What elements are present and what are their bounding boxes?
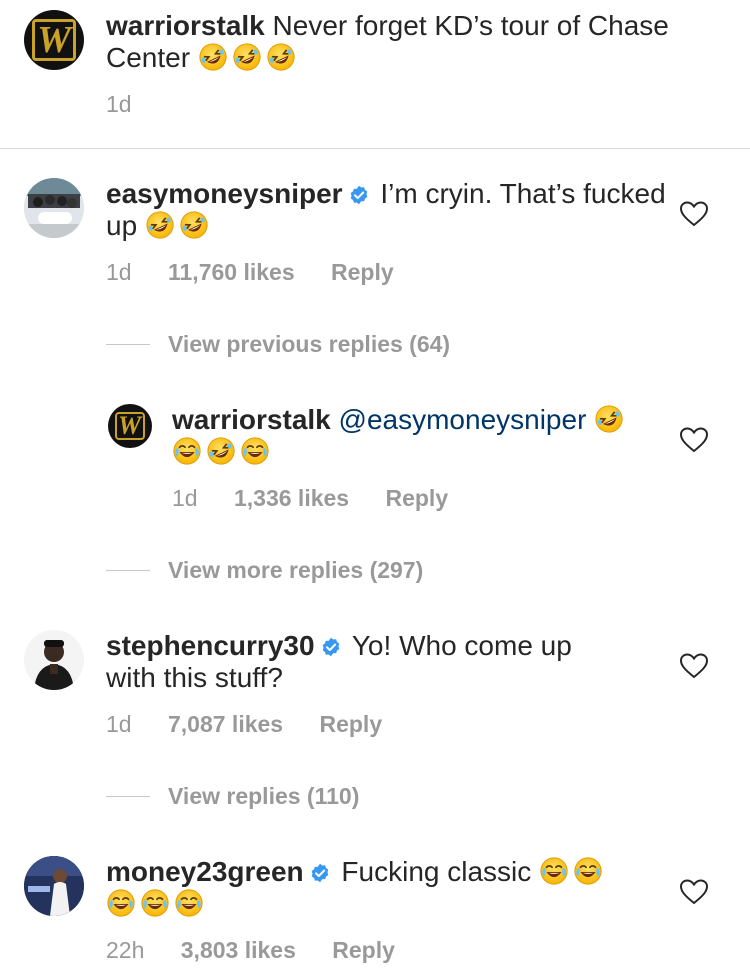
photo-avatar-icon bbox=[24, 178, 84, 238]
view-replies-row[interactable]: View replies (110) bbox=[106, 783, 359, 810]
comment-text: money23green Fucking classic bbox=[106, 856, 666, 920]
joy-emoji bbox=[106, 888, 136, 918]
joy-emoji bbox=[174, 888, 204, 918]
rofl-emoji bbox=[206, 436, 236, 466]
rofl-emoji bbox=[266, 42, 296, 72]
comment-text: stephencurry30 Yo! Who come up with this… bbox=[106, 630, 666, 694]
caption-time: 1d bbox=[106, 91, 132, 117]
divider-line bbox=[106, 570, 150, 571]
joy-emoji bbox=[172, 436, 202, 466]
rofl-emoji bbox=[145, 210, 175, 240]
warriorstalk-avatar[interactable]: W bbox=[108, 404, 152, 448]
reply-likes[interactable]: 1,336 likes bbox=[234, 485, 349, 511]
comment-body: Fucking classic bbox=[341, 856, 532, 887]
comment-username[interactable]: easymoneysniper bbox=[106, 178, 343, 209]
joy-emoji bbox=[573, 856, 603, 886]
view-more-replies-link[interactable]: View more replies (297) bbox=[168, 557, 423, 584]
photo-avatar-icon bbox=[24, 856, 84, 916]
view-replies-link[interactable]: View replies (110) bbox=[168, 783, 359, 810]
reply-time: 1d bbox=[172, 485, 198, 511]
joy-emoji bbox=[240, 436, 270, 466]
like-heart-icon[interactable] bbox=[680, 653, 708, 679]
comment-username[interactable]: stephencurry30 bbox=[106, 630, 315, 661]
comment-time: 22h bbox=[106, 937, 145, 963]
reply-username[interactable]: warriorstalk bbox=[172, 404, 331, 435]
warriors-logo: W bbox=[32, 19, 76, 61]
divider-line bbox=[106, 796, 150, 797]
mention-link[interactable]: @easymoneysniper bbox=[339, 404, 587, 435]
comment-likes[interactable]: 7,087 likes bbox=[168, 711, 283, 737]
reply-text: warriorstalk @easymoneysniper bbox=[172, 404, 652, 468]
divider-line bbox=[106, 344, 150, 345]
view-replies-row[interactable]: View previous replies (64) bbox=[106, 331, 450, 358]
easymoneysniper-avatar[interactable] bbox=[24, 178, 84, 238]
joy-emoji bbox=[539, 856, 569, 886]
comment-likes[interactable]: 3,803 likes bbox=[181, 937, 296, 963]
comment-meta: 1d 11,760 likes Reply bbox=[106, 258, 424, 286]
comment-time: 1d bbox=[106, 259, 132, 285]
reply-button[interactable]: Reply bbox=[331, 259, 394, 285]
reply-button[interactable]: Reply bbox=[385, 485, 448, 511]
caption-meta: 1d bbox=[106, 90, 162, 118]
comment-meta: 1d 7,087 likes Reply bbox=[106, 710, 412, 738]
caption-text: warriorstalk Never forget KD’s tour of C… bbox=[106, 10, 706, 74]
photo-avatar-icon bbox=[24, 630, 84, 690]
verified-badge-icon bbox=[310, 863, 330, 883]
comment-likes[interactable]: 11,760 likes bbox=[168, 259, 295, 285]
like-heart-icon[interactable] bbox=[680, 201, 708, 227]
joy-emoji bbox=[140, 888, 170, 918]
comment-body-line2: with this stuff? bbox=[106, 662, 283, 693]
money23green-avatar[interactable] bbox=[24, 856, 84, 916]
reply-button[interactable]: Reply bbox=[319, 711, 382, 737]
reply-button[interactable]: Reply bbox=[332, 937, 395, 963]
verified-badge-icon bbox=[321, 637, 341, 657]
divider bbox=[0, 148, 750, 149]
comment-username[interactable]: money23green bbox=[106, 856, 304, 887]
stephencurry30-avatar[interactable] bbox=[24, 630, 84, 690]
rofl-emoji bbox=[594, 404, 624, 434]
comment-time: 1d bbox=[106, 711, 132, 737]
comment-text: easymoneysniper I’m cryin. That’s fucked… bbox=[106, 178, 666, 242]
rofl-emoji bbox=[232, 42, 262, 72]
like-heart-icon[interactable] bbox=[680, 427, 708, 453]
view-replies-link[interactable]: View previous replies (64) bbox=[168, 331, 450, 358]
rofl-emoji bbox=[198, 42, 228, 72]
caption-username[interactable]: warriorstalk bbox=[106, 10, 265, 41]
reply-meta: 1d 1,336 likes Reply bbox=[172, 484, 478, 512]
warriors-logo: W bbox=[114, 412, 146, 440]
comment-body-line1: Yo! Who come up bbox=[351, 630, 572, 661]
like-heart-icon[interactable] bbox=[680, 879, 708, 905]
warriorstalk-avatar[interactable]: W bbox=[24, 10, 84, 70]
verified-badge-icon bbox=[349, 185, 369, 205]
rofl-emoji bbox=[179, 210, 209, 240]
comment-meta: 22h 3,803 likes Reply bbox=[106, 936, 425, 964]
view-more-replies-row[interactable]: View more replies (297) bbox=[106, 557, 423, 584]
